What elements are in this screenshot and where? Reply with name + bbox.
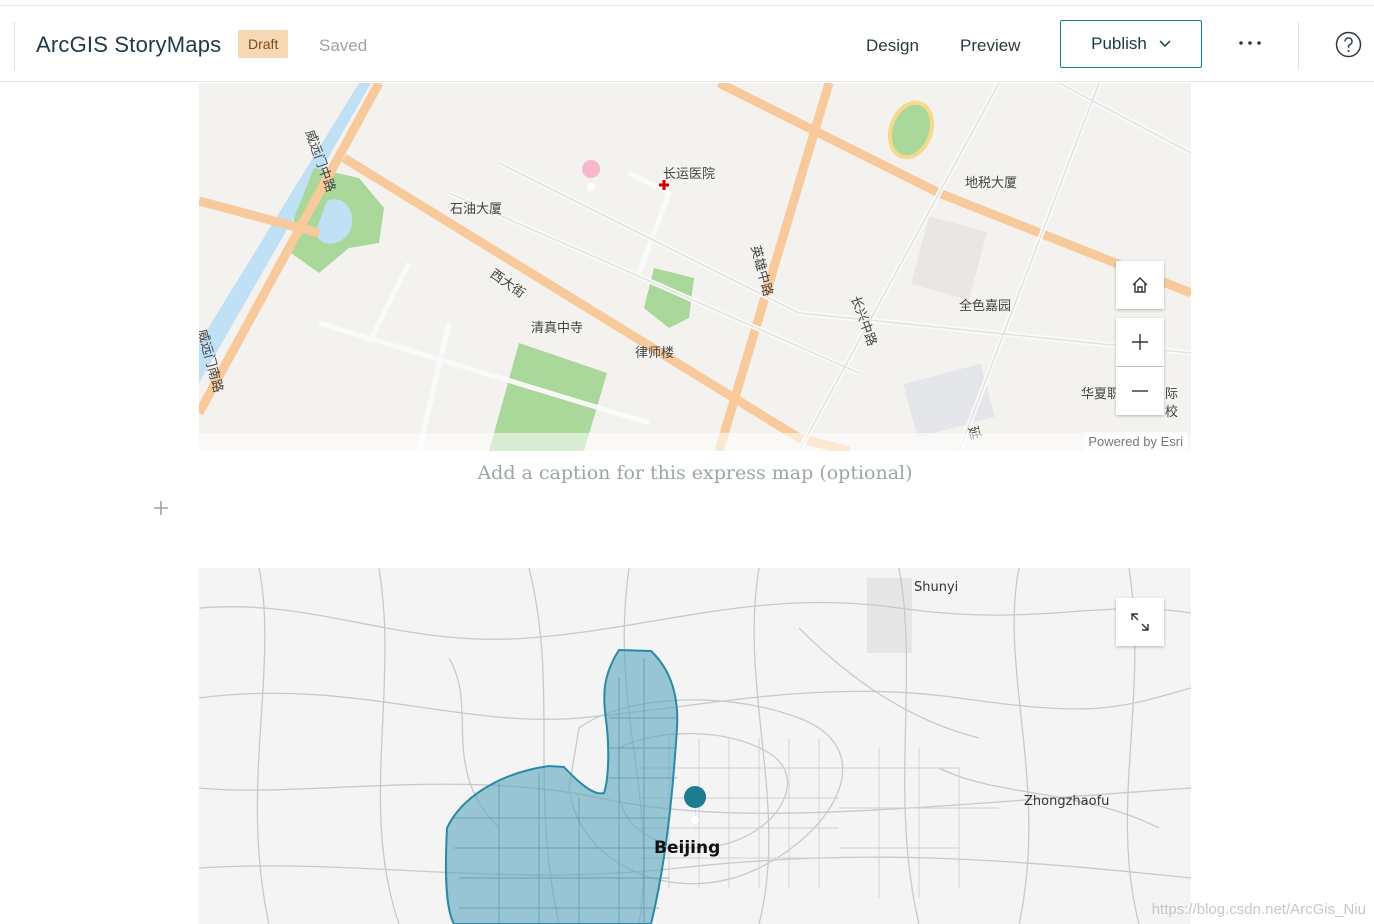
map-label-zhongzhaofu: Zhongzhaofu	[1024, 794, 1110, 809]
draft-badge: Draft	[238, 30, 289, 58]
map-label: 全色嘉园	[959, 299, 1012, 314]
home-button[interactable]	[1116, 261, 1164, 309]
street-map-canvas	[199, 83, 1191, 451]
header-divider	[14, 22, 15, 70]
more-icon[interactable]	[1234, 28, 1266, 58]
beijing-map-canvas	[199, 568, 1191, 924]
app-header: ArcGIS StoryMaps Draft Saved Design Prev…	[0, 6, 1374, 82]
design-button[interactable]: Design	[866, 36, 919, 56]
expand-icon	[1131, 613, 1149, 631]
zoom-in-button[interactable]	[1116, 318, 1164, 366]
zoom-out-icon	[1132, 390, 1148, 392]
map-label: 长运医院	[663, 167, 716, 182]
publish-button[interactable]: Publish	[1060, 20, 1202, 68]
map-label: 华夏职	[1081, 387, 1121, 402]
attribution-bar	[199, 433, 1191, 451]
home-icon	[1132, 277, 1148, 293]
chevron-down-icon	[1159, 40, 1171, 48]
map-label: 地税大厦	[965, 176, 1018, 191]
zoom-out-button[interactable]	[1116, 367, 1164, 415]
map-label-shunyi: Shunyi	[914, 580, 959, 595]
map-label: 律师楼	[635, 346, 675, 361]
app-title[interactable]: ArcGIS StoryMaps	[36, 32, 221, 58]
fullscreen-button[interactable]	[1116, 598, 1164, 646]
publish-label: Publish	[1091, 34, 1147, 53]
preview-button[interactable]: Preview	[960, 36, 1020, 56]
zoom-in-icon	[1132, 334, 1148, 350]
express-map-beijing[interactable]: Shunyi Zhongzhaofu Beijing	[199, 568, 1191, 924]
map-label: 石油大厦	[450, 202, 503, 217]
express-map-street[interactable]: 长运医院 石油大厦 地税大厦 西大街 清真中寺 律师楼 英雄中路 长兴中路 全色…	[199, 83, 1191, 451]
watermark: https://blog.csdn.net/ArcGis_Niu	[1151, 901, 1366, 918]
map-caption-input[interactable]: Add a caption for this express map (opti…	[199, 462, 1191, 484]
esri-attribution[interactable]: Powered by Esri	[1084, 432, 1187, 451]
map-label: 际	[1165, 387, 1179, 402]
saved-status: Saved	[319, 36, 368, 55]
map-label-beijing: Beijing	[654, 838, 721, 858]
map-label: 清真中寺	[531, 321, 584, 336]
header-divider	[1298, 22, 1299, 70]
help-icon[interactable]	[1335, 31, 1362, 58]
plus-icon	[154, 501, 168, 515]
add-block-button[interactable]	[150, 497, 172, 521]
map-label: 校	[1165, 405, 1179, 420]
